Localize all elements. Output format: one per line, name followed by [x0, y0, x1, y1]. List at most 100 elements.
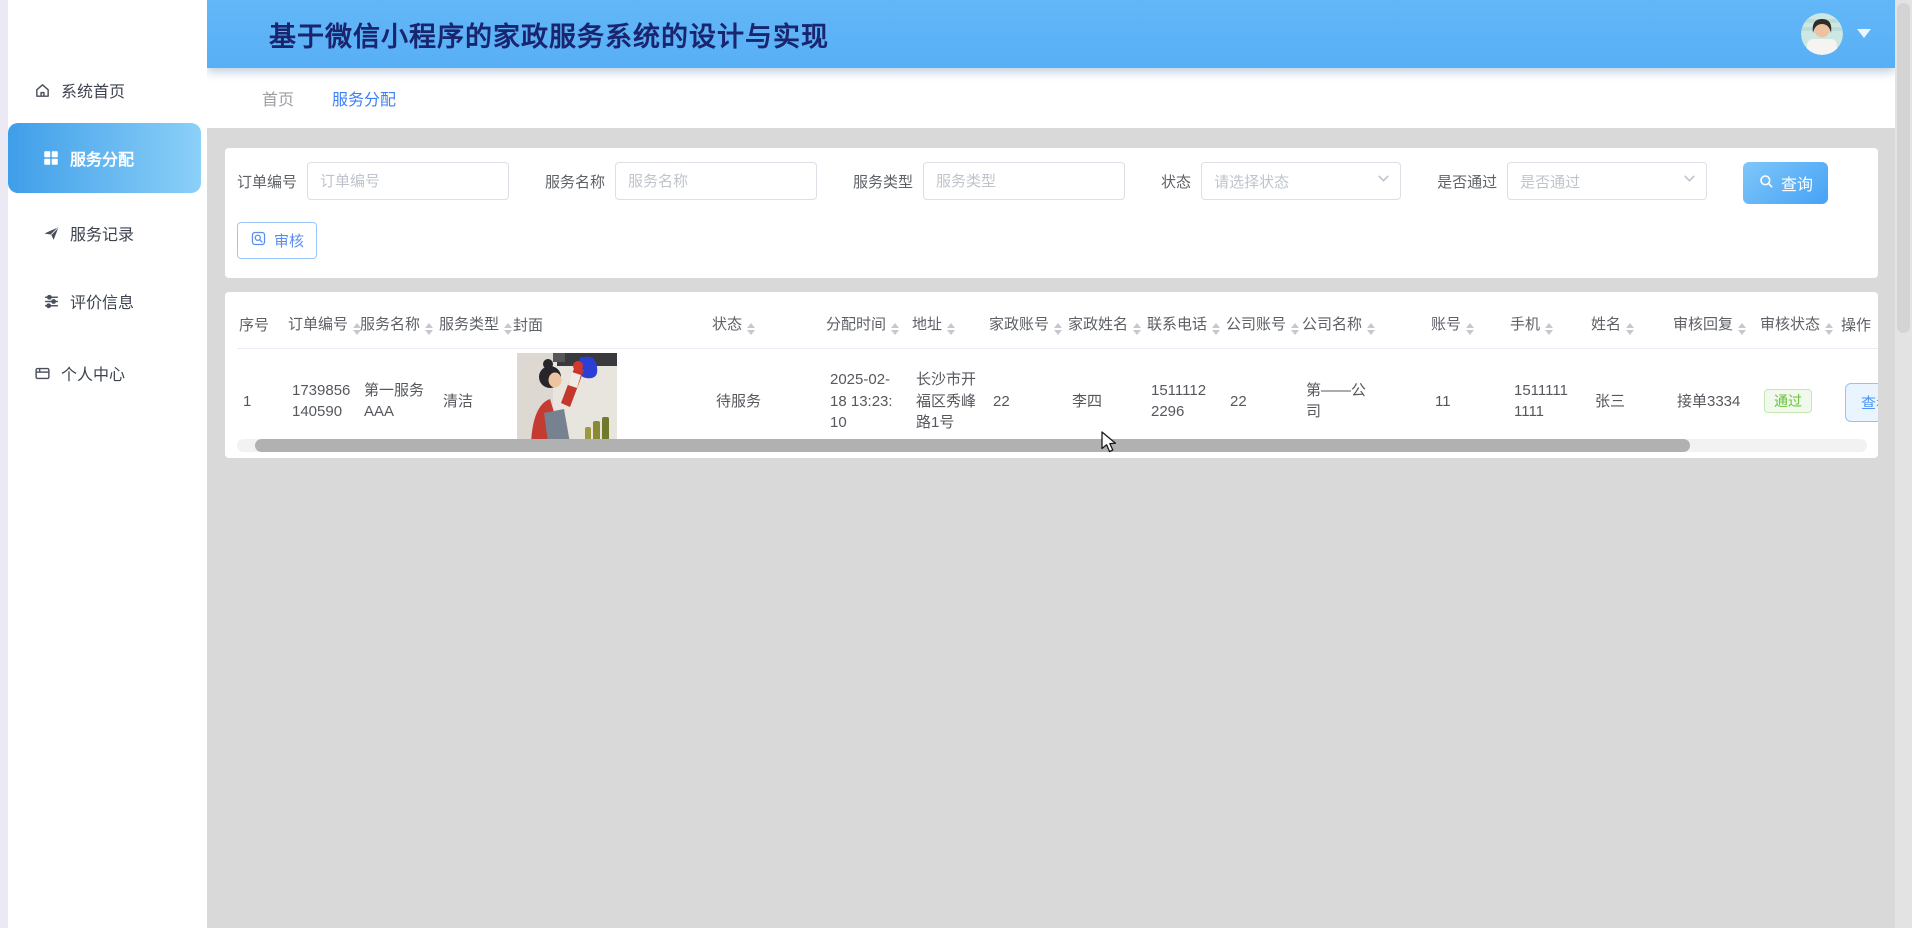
- sort-icon[interactable]: [747, 323, 755, 335]
- service-type-input[interactable]: [923, 162, 1125, 200]
- filter-status: 状态 请选择状态: [1161, 162, 1401, 200]
- select-placeholder: 是否通过: [1520, 171, 1580, 192]
- breadcrumb-home[interactable]: 首页: [262, 86, 294, 110]
- column-label: 手机: [1510, 316, 1540, 333]
- cell-audit-status: 通过: [1758, 349, 1839, 446]
- sort-icon[interactable]: [891, 323, 899, 335]
- home-icon: [33, 82, 51, 99]
- sidebar-item-personal-center[interactable]: 个人中心: [0, 353, 207, 393]
- filter-row: 订单编号 服务名称服务类型 状态 请选择状态 是否通过 是否通过: [237, 162, 1743, 200]
- cell-order-no: 1739856 140590: [286, 349, 358, 446]
- sliders-icon: [42, 293, 60, 310]
- sidebar-item-review-info[interactable]: 评价信息: [0, 281, 207, 321]
- sidebar-item-service-assign[interactable]: 服务分配: [8, 123, 201, 193]
- view-button[interactable]: 查看: [1845, 383, 1878, 422]
- audit-button[interactable]: 审核: [237, 222, 317, 259]
- column-label: 账号: [1431, 316, 1461, 333]
- page-scrollbar-thumb[interactable]: [1897, 3, 1910, 333]
- column-header-company-account[interactable]: 公司账号: [1224, 300, 1300, 349]
- sort-icon[interactable]: [504, 323, 512, 335]
- horizontal-scrollbar-track[interactable]: [237, 439, 1867, 452]
- table-body: 11739856 140590第一服务 AAA清洁待服务2025-02- 18 …: [237, 349, 1878, 446]
- send-icon: [42, 225, 60, 242]
- column-header-address[interactable]: 地址: [910, 300, 987, 349]
- column-header-service-name[interactable]: 服务名称: [358, 300, 437, 349]
- status-select[interactable]: 请选择状态: [1201, 162, 1401, 200]
- sidebar-item-service-record[interactable]: 服务记录: [0, 213, 207, 253]
- column-header-account[interactable]: 账号: [1429, 300, 1508, 349]
- column-label: 家政姓名: [1068, 316, 1128, 333]
- column-header-contact-phone[interactable]: 联系电话: [1145, 300, 1224, 349]
- filter-label: 状态: [1161, 171, 1191, 192]
- passed-select[interactable]: 是否通过: [1507, 162, 1707, 200]
- sort-icon[interactable]: [425, 323, 433, 335]
- column-header-housekeeper-account[interactable]: 家政账号: [987, 300, 1066, 349]
- column-label: 审核状态: [1760, 316, 1820, 333]
- data-table: 序号订单编号服务名称服务类型封面状态分配时间地址家政账号家政姓名联系电话公司账号…: [237, 300, 1878, 445]
- cell-actions: 查看: [1839, 349, 1878, 446]
- card-icon: [33, 365, 51, 382]
- cell-status: 待服务: [710, 349, 824, 446]
- sort-icon[interactable]: [1738, 323, 1746, 335]
- table-scroll-area: 序号订单编号服务名称服务类型封面状态分配时间地址家政账号家政姓名联系电话公司账号…: [237, 300, 1878, 445]
- column-header-audit-status[interactable]: 审核状态: [1758, 300, 1839, 349]
- sidebar-item-label: 系统首页: [61, 78, 125, 102]
- sort-icon[interactable]: [1054, 323, 1062, 335]
- filter-service-type: 服务类型: [853, 162, 1125, 200]
- column-header-phone[interactable]: 手机: [1508, 300, 1589, 349]
- sort-icon[interactable]: [1291, 323, 1299, 335]
- cell-company-name: 第——公 司: [1300, 349, 1429, 446]
- sort-icon[interactable]: [1466, 323, 1474, 335]
- column-header-seq: 序号: [237, 300, 286, 349]
- sort-icon[interactable]: [1367, 323, 1375, 335]
- status-badge: 通过: [1764, 389, 1812, 413]
- chevron-down-icon: [1377, 172, 1390, 190]
- breadcrumb-current[interactable]: 服务分配: [332, 86, 396, 110]
- sort-icon[interactable]: [1825, 323, 1833, 335]
- column-header-audit-reply[interactable]: 审核回复: [1671, 300, 1758, 349]
- user-dropdown-caret[interactable]: [1857, 29, 1871, 38]
- cell-service-name: 第一服务 AAA: [358, 349, 437, 446]
- column-header-service-type[interactable]: 服务类型: [437, 300, 511, 349]
- chevron-down-icon: [1683, 172, 1696, 190]
- avatar[interactable]: [1801, 13, 1843, 55]
- service-name-input[interactable]: [615, 162, 817, 200]
- column-header-name[interactable]: 姓名: [1589, 300, 1671, 349]
- column-header-company-name[interactable]: 公司名称: [1300, 300, 1429, 349]
- search-button[interactable]: 查询: [1743, 162, 1828, 204]
- select-placeholder: 请选择状态: [1214, 171, 1289, 192]
- audit-button-label: 审核: [274, 230, 304, 251]
- column-header-order-no[interactable]: 订单编号: [286, 300, 358, 349]
- search-icon: [1758, 173, 1774, 194]
- order-no-input[interactable]: [307, 162, 509, 200]
- filter-label: 订单编号: [237, 171, 297, 192]
- column-header-status[interactable]: 状态: [710, 300, 824, 349]
- sort-icon[interactable]: [1626, 323, 1634, 335]
- filter-service-name: 服务名称: [545, 162, 817, 200]
- sort-icon[interactable]: [947, 323, 955, 335]
- column-header-housekeeper-name[interactable]: 家政姓名: [1066, 300, 1145, 349]
- column-label: 分配时间: [826, 316, 886, 333]
- column-label: 地址: [912, 316, 942, 333]
- filter-panel: 订单编号 服务名称服务类型 状态 请选择状态 是否通过 是否通过 查询 审核: [225, 148, 1878, 278]
- sidebar-item-label: 服务分配: [70, 146, 134, 170]
- sidebar: 系统首页服务分配服务记录评价信息个人中心: [0, 0, 207, 928]
- page-scrollbar-track[interactable]: [1895, 0, 1912, 928]
- cell-contact-phone: 1511112 2296: [1145, 349, 1224, 446]
- cell-housekeeper-name: 李四: [1066, 349, 1145, 446]
- sidebar-item-system-home[interactable]: 系统首页: [0, 70, 207, 110]
- sidebar-item-label: 评价信息: [70, 289, 134, 313]
- sort-icon[interactable]: [1133, 323, 1141, 335]
- table-header-row: 序号订单编号服务名称服务类型封面状态分配时间地址家政账号家政姓名联系电话公司账号…: [237, 300, 1878, 349]
- cell-name: 张三: [1589, 349, 1671, 446]
- sort-icon[interactable]: [1545, 323, 1553, 335]
- sidebar-item-label: 服务记录: [70, 221, 134, 245]
- cell-assign-time: 2025-02- 18 13:23: 10: [824, 349, 910, 446]
- horizontal-scrollbar-thumb[interactable]: [255, 439, 1690, 452]
- column-label: 操作: [1841, 317, 1871, 334]
- sort-icon[interactable]: [1212, 323, 1220, 335]
- filter-order-no: 订单编号: [237, 162, 509, 200]
- top-header: 基于微信小程序的家政服务系统的设计与实现: [207, 0, 1895, 68]
- column-header-assign-time[interactable]: 分配时间: [824, 300, 910, 349]
- filter-label: 是否通过: [1437, 171, 1497, 192]
